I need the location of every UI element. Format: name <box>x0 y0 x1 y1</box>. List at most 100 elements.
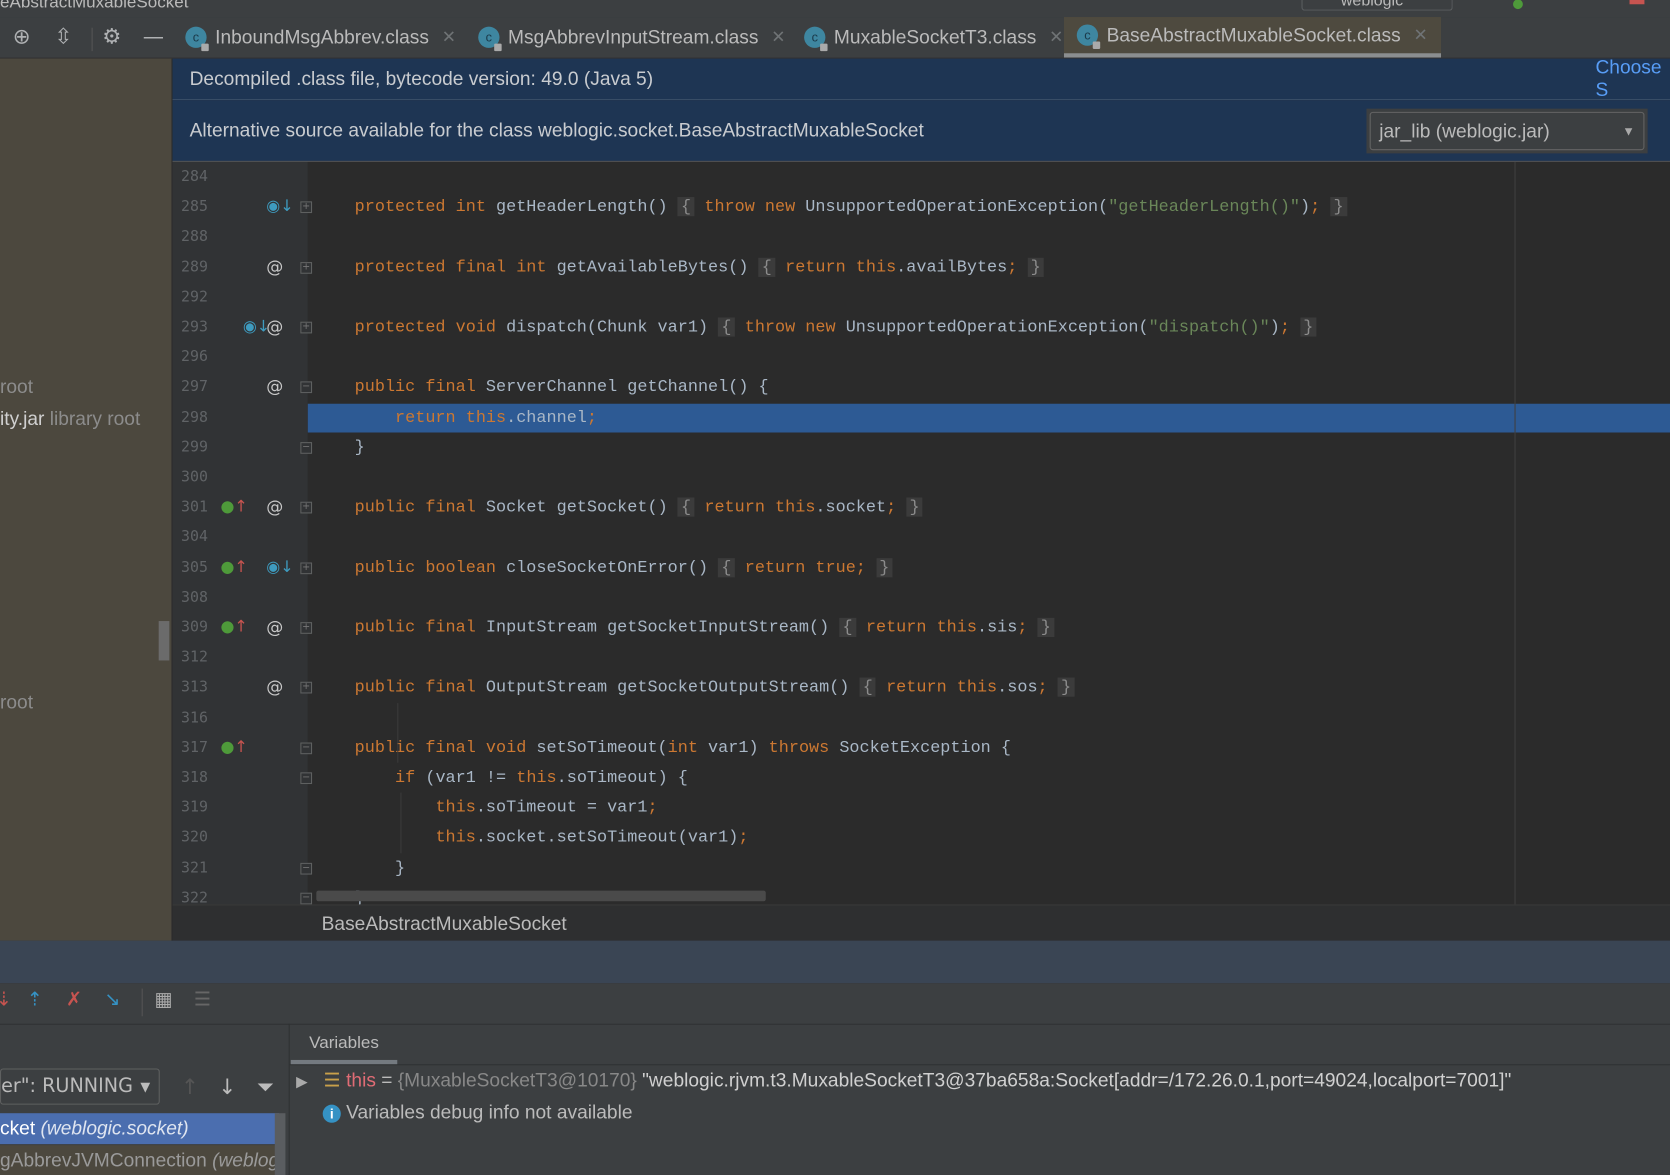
breadcrumb-item[interactable]: BaseAbstractMuxableSocket <box>322 913 567 935</box>
code-line[interactable]: public final void setSoTimeout(int var1)… <box>355 733 1011 763</box>
code-line[interactable]: } <box>355 853 405 883</box>
folded-brace[interactable]: { <box>677 497 695 517</box>
folded-brace[interactable]: { <box>718 557 735 577</box>
filter-icon[interactable]: ⏷ <box>257 1074 274 1100</box>
tab-msg-abbrev-input-stream[interactable]: c MsgAbbrevInputStream.class ✕ <box>478 17 785 57</box>
code-line[interactable]: this.socket.setSoTimeout(var1); <box>355 823 748 853</box>
implemented-icon[interactable]: ●↑ <box>220 557 247 576</box>
code-line[interactable]: if (var1 != this.soTimeout) { <box>355 763 688 793</box>
scrollbar-thumb[interactable] <box>158 621 170 661</box>
code-line[interactable]: } <box>355 432 365 462</box>
choose-sources-link[interactable]: Choose S <box>1595 56 1670 101</box>
close-tab-icon[interactable]: ✕ <box>1049 27 1063 48</box>
source-select[interactable]: jar_lib (weblogic.jar) ▼ <box>1366 108 1648 154</box>
fold-toggle-icon[interactable]: + <box>300 501 313 514</box>
variable-row[interactable]: ▶ ☰ this = {MuxableSocketT3@10170} "webl… <box>296 1070 1511 1092</box>
thread-select[interactable]: er": RUNNING ▼ <box>0 1068 160 1105</box>
arrow-down-icon[interactable]: ↓ <box>218 1074 236 1100</box>
frame-item[interactable]: gAbbrevJVMConnection (weblog <box>0 1145 280 1175</box>
annotation-icon[interactable]: @ <box>266 256 283 276</box>
folded-brace[interactable]: } <box>876 557 893 577</box>
folded-brace[interactable]: { <box>677 197 695 217</box>
fold-toggle-icon[interactable]: − <box>300 742 313 754</box>
folded-brace[interactable]: } <box>906 497 923 517</box>
code-line[interactable]: protected int getHeaderLength() { throw … <box>355 192 1347 222</box>
tab-label: BaseAbstractMuxableSocket.class <box>1106 23 1401 46</box>
debug-icon[interactable]: ● <box>1512 0 1523 11</box>
folded-brace[interactable]: } <box>1027 257 1044 277</box>
folded-brace[interactable]: } <box>1300 317 1317 337</box>
override-icon[interactable]: ◉↓ <box>266 196 293 215</box>
folded-brace[interactable]: { <box>859 677 876 698</box>
tree-item[interactable]: root <box>0 691 33 713</box>
fold-toggle-icon[interactable]: − <box>300 892 313 905</box>
run-config-select[interactable]: weblogic <box>1301 0 1453 11</box>
tab-variables[interactable]: Variables <box>290 1026 398 1065</box>
code-line[interactable]: protected final int getAvailableBytes() … <box>355 252 1044 282</box>
gear-icon[interactable]: ⚙ <box>102 23 121 49</box>
fold-toggle-icon[interactable]: − <box>300 441 313 454</box>
fold-toggle-icon[interactable]: + <box>300 321 313 334</box>
folded-brace[interactable]: { <box>758 257 776 277</box>
annotation-icon[interactable]: @ <box>266 316 283 336</box>
fold-toggle-icon[interactable]: + <box>300 201 313 214</box>
fold-toggle-icon[interactable]: − <box>300 772 313 785</box>
implemented-icon[interactable]: ●↑ <box>220 617 247 636</box>
code-line[interactable]: public final Socket getSocket() { return… <box>355 492 923 522</box>
frame-method: gAbbrevJVMConnection <box>0 1149 207 1171</box>
folded-brace[interactable]: { <box>718 317 735 337</box>
fold-toggle-icon[interactable]: − <box>300 381 313 394</box>
arrow-up-icon[interactable]: ↑ <box>181 1074 199 1100</box>
evaluate-expression-icon[interactable]: ▦ <box>154 989 172 1011</box>
project-panel: root ity.jar library root root <box>0 58 172 941</box>
collapse-all-icon[interactable]: ⇳ <box>54 23 72 49</box>
fold-toggle-icon[interactable]: + <box>300 622 313 634</box>
fold-toggle-icon[interactable]: + <box>300 562 313 574</box>
annotation-icon[interactable]: @ <box>266 497 283 517</box>
tree-item[interactable]: ity.jar library root <box>0 408 140 430</box>
tab-inbound-msg-abbrev[interactable]: c InboundMsgAbbrev.class ✕ <box>185 17 456 57</box>
step-out-icon[interactable]: ⇡ <box>27 989 43 1011</box>
tree-item[interactable]: root <box>0 376 33 398</box>
annotation-icon[interactable]: @ <box>266 617 283 637</box>
close-tab-icon[interactable]: ✕ <box>442 27 456 48</box>
fold-toggle-icon[interactable]: + <box>300 261 313 274</box>
locate-icon[interactable]: ⊕ <box>13 23 31 49</box>
folded-brace[interactable]: } <box>1057 677 1075 698</box>
close-tab-icon[interactable]: ✕ <box>771 27 785 48</box>
code-token: public final void <box>354 738 537 758</box>
code-token: return true; <box>734 557 866 577</box>
code-line[interactable]: public final InputStream getSocketInputS… <box>355 613 1055 643</box>
fold-toggle-icon[interactable]: − <box>300 862 313 875</box>
horizontal-scrollbar[interactable] <box>316 890 766 902</box>
fold-toggle-icon[interactable]: + <box>300 682 313 694</box>
run-to-cursor-icon[interactable]: ↘ <box>104 989 120 1011</box>
code-line[interactable]: protected void dispatch(Chunk var1) { th… <box>355 312 1317 342</box>
expand-arrow-icon[interactable]: ▶ <box>296 1073 307 1090</box>
trace-icon[interactable]: ☰ <box>194 989 211 1011</box>
tab-muxable-socket-t3[interactable]: c MuxableSocketT3.class ✕ <box>804 17 1063 57</box>
tab-base-abstract-muxable-socket[interactable]: c BaseAbstractMuxableSocket.class ✕ <box>1063 17 1441 58</box>
folded-brace[interactable]: { <box>839 617 856 638</box>
implemented-icon[interactable]: ●↑ <box>220 737 247 756</box>
code-line[interactable]: public final OutputStream getSocketOutpu… <box>355 673 1075 703</box>
stop-icon[interactable] <box>1629 0 1645 5</box>
minimize-icon[interactable]: — <box>143 23 164 49</box>
code-token: ; <box>647 798 658 818</box>
implemented-icon[interactable]: ●↑ <box>220 497 247 516</box>
annotation-icon[interactable]: @ <box>266 677 283 697</box>
code-line[interactable]: public boolean closeSocketOnError() { re… <box>355 552 893 582</box>
folded-brace[interactable]: } <box>1037 617 1055 638</box>
frame-item-selected[interactable]: cket (weblogic.socket) <box>0 1113 280 1145</box>
step-icon[interactable]: ⇣ <box>0 989 12 1011</box>
code-line[interactable]: return this.channel; <box>355 402 597 432</box>
override-icon[interactable]: ◉↓ <box>266 557 293 576</box>
close-tab-icon[interactable]: ✕ <box>1413 25 1427 46</box>
code-line[interactable]: public final ServerChannel getChannel() … <box>355 372 769 402</box>
annotation-icon[interactable]: @ <box>266 376 283 396</box>
drop-frame-icon[interactable]: ✗ <box>66 989 82 1011</box>
frames-scrollbar[interactable] <box>274 1113 286 1175</box>
folded-brace[interactable]: } <box>1330 197 1347 217</box>
